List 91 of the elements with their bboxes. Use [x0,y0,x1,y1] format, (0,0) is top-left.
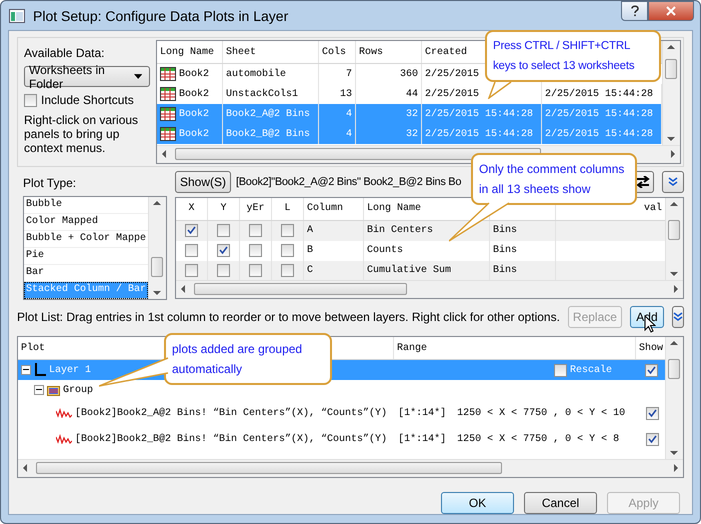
axes-icon [34,363,46,378]
available-data-label: Available Data: [24,46,106,60]
column-checkbox[interactable] [217,264,230,278]
column-checkbox[interactable] [281,264,294,278]
plot-limits: 1250 < X < 7750 , 0 < Y < 10 [457,408,626,419]
arrows-icon [636,176,650,188]
column-checkbox[interactable] [217,224,230,238]
column-checkbox[interactable] [217,244,230,258]
column-checkbox[interactable] [185,244,198,258]
close-icon [666,6,676,16]
plot-list-hint: Plot List: Drag entries in 1st column to reorder or to move between layers. Right click for other options. [17,310,560,324]
include-shortcuts-checkbox[interactable] [24,94,37,106]
rescale-checkbox[interactable] [554,364,567,377]
plot-range: [1*:14*] [398,434,446,445]
selection-info-text: [Book2]"Book2_A@2 Bins" Book2_B@2 Bins Bo [236,176,462,188]
column-checkbox[interactable] [249,264,262,278]
expand-button[interactable] [672,306,684,328]
table-cell: 7 [319,64,356,84]
table-cell: Book2 [179,128,210,140]
column-checkbox[interactable] [185,264,198,278]
column-header[interactable]: Cols [322,46,346,58]
table-cell: Bins [490,220,556,241]
plot-type-label: Plot Type: [23,176,78,190]
plot-label: [Book2]Book2_B@2 Bins! “Bin Centers”(X), “Counts”(Y) [75,434,388,445]
column-checkbox[interactable] [249,224,262,238]
show-checkbox[interactable] [646,406,658,420]
column-header[interactable]: Created [425,46,468,58]
column-header[interactable]: Range [394,337,636,360]
worksheet-icon [160,87,176,101]
vertical-scrollbar[interactable] [665,198,683,280]
table-cell: Book2 [179,108,210,120]
context-menu-hint: Right-click on various panels to bring up context menus. [24,113,140,155]
collapse-toggle[interactable] [34,385,44,396]
vertical-scrollbar[interactable] [148,196,166,299]
line-plot-icon [56,434,72,444]
column-header[interactable]: Sheet [226,46,256,58]
double-chevron-icon [668,176,678,187]
vertical-scrollbar[interactable] [662,41,680,145]
plot-label: [Book2]Book2_A@2 Bins! “Bin Centers”(X), “Counts”(Y) [75,408,388,419]
column-checkbox[interactable] [281,244,294,258]
table-cell: 32 [356,124,422,144]
column-checkbox[interactable] [249,244,262,258]
table-cell: A [304,220,364,241]
plot-limits: 1250 < X < 7750 , 0 < Y < 8 [457,434,620,445]
group-icon [47,384,60,396]
data-source-dropdown[interactable]: Worksheets in Folder [24,66,150,87]
column-checkbox[interactable] [185,224,198,238]
table-cell: Book2 [179,88,210,100]
horizontal-scrollbar[interactable] [18,459,683,477]
help-button[interactable] [621,1,648,21]
column-header[interactable]: Rows [359,46,384,58]
column-checkbox[interactable] [281,224,294,238]
plot-range: [1*:14*] [398,408,446,419]
worksheet-icon [160,67,176,81]
window-icon [9,8,25,22]
close-button[interactable] [648,1,694,21]
layer-label: Layer 1 [49,364,92,376]
callout-tooltip: Press CTRL / SHIFT+CTRL keys to select 13 worksheets [485,30,661,82]
table-cell: Book2 [179,68,210,80]
group-label: Group [63,384,94,396]
column-header[interactable]: Long Name [160,46,214,58]
table-cell: automobile [223,64,319,84]
line-plot-icon [56,408,72,418]
ok-button[interactable]: OK [441,492,514,514]
show-checkbox[interactable] [646,432,658,446]
table-cell: 360 [356,64,422,84]
show-checkbox[interactable] [645,364,658,377]
window-title: Plot Setup: Configure Data Plots in Layer [33,8,288,24]
table-cell: 4 [319,124,356,144]
callout-pointer [487,81,513,99]
collapse-toggle[interactable] [21,365,31,376]
column-header[interactable]: yEr [240,198,272,220]
table-cell: Book2_B@2 Bins [223,124,319,144]
table-cell: 2/25/2015 15:44:28 [422,124,542,144]
caret-icon [134,74,142,79]
vertical-scrollbar[interactable] [665,337,683,459]
column-header[interactable]: Y [208,198,240,220]
rescale-label: Rescale [570,364,612,376]
expand-button[interactable] [662,170,684,193]
worksheet-icon [160,107,176,121]
include-shortcuts-label: Include Shortcuts [41,93,134,107]
horizontal-scrollbar[interactable] [176,280,683,298]
column-header[interactable]: Column [304,198,364,220]
cancel-button[interactable]: Cancel [524,492,597,514]
double-chevron-icon [673,312,683,322]
help-icon [630,5,640,17]
column-header[interactable]: L [272,198,304,220]
worksheet-icon [160,127,176,141]
show-button[interactable]: Show(S) [175,170,232,193]
column-header[interactable]: val [644,203,662,214]
column-header[interactable]: X [176,198,208,220]
